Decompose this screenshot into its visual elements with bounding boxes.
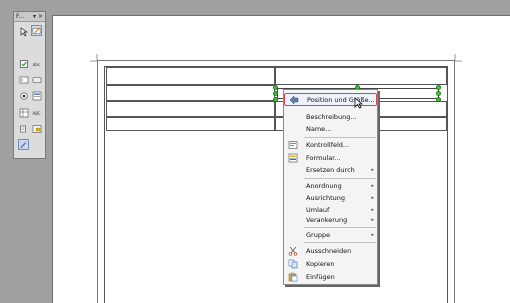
form-properties-icon — [288, 153, 298, 162]
menu-item-group[interactable]: Gruppe ▸ — [284, 229, 379, 240]
checkbox-icon[interactable] — [18, 58, 29, 69]
listbox-icon[interactable] — [31, 90, 42, 101]
more-controls-icon[interactable] — [31, 123, 42, 134]
menu-item-label: Ausschneiden — [306, 246, 352, 255]
menu-item-control[interactable]: Kontrollfeld... — [284, 139, 379, 150]
menu-item-label: Beschreibung... — [306, 112, 357, 121]
menu-separator — [304, 242, 376, 243]
menu-item-label: Formular... — [306, 153, 341, 162]
position-size-icon — [289, 94, 299, 105]
push-button-icon[interactable] — [31, 74, 42, 85]
menu-item-copy[interactable]: Kopieren — [284, 258, 379, 269]
menu-separator — [304, 227, 376, 228]
paste-icon — [288, 272, 298, 281]
menu-item-label: Ausrichtung — [306, 193, 346, 202]
cut-icon — [288, 246, 298, 256]
svg-text:ABC: ABC — [32, 111, 40, 116]
formatted-field-icon[interactable]: ABC — [31, 107, 42, 118]
select-arrow-icon[interactable] — [18, 26, 29, 37]
toolbox-dropdown-button[interactable]: ▾ — [33, 13, 36, 20]
menu-item-paste[interactable]: Einfügen — [284, 271, 379, 282]
context-menu: Position und Größe... Beschreibung... Na… — [283, 89, 378, 285]
toolbox-close-button[interactable]: × — [38, 13, 43, 20]
label-icon[interactable]: abc — [31, 58, 42, 69]
option-button-icon[interactable] — [18, 90, 29, 101]
form-controls-toolbox: F... ▾ × abc ABC — [13, 11, 46, 159]
wizard-icon[interactable] — [18, 139, 29, 150]
menu-item-replace-with[interactable]: Ersetzen durch ▸ — [284, 164, 379, 175]
menu-item-description[interactable]: Beschreibung... — [284, 111, 379, 122]
menu-item-form[interactable]: Formular... — [284, 152, 379, 163]
menu-item-cut[interactable]: Ausschneiden — [284, 245, 379, 256]
textbox-icon[interactable] — [18, 74, 29, 85]
mouse-pointer-icon — [354, 97, 363, 109]
submenu-arrow-icon: ▸ — [371, 206, 374, 213]
form-navigator-icon[interactable] — [18, 123, 29, 134]
menu-item-label: Name... — [306, 124, 332, 133]
menu-item-alignment[interactable]: Ausrichtung ▸ — [284, 192, 379, 203]
toolbox-titlebar[interactable]: F... ▾ × — [14, 12, 45, 22]
control-properties-icon — [288, 140, 298, 149]
table-cell[interactable] — [106, 85, 275, 101]
menu-separator — [304, 137, 376, 138]
submenu-arrow-icon: ▸ — [371, 182, 374, 189]
selection-handle[interactable] — [273, 85, 278, 90]
menu-item-label: Kontrollfeld... — [306, 140, 350, 149]
submenu-arrow-icon: ▸ — [371, 231, 374, 238]
selection-handle[interactable] — [436, 97, 441, 102]
menu-item-label: Kopieren — [306, 259, 335, 268]
menu-item-arrange[interactable]: Anordnung ▸ — [284, 180, 379, 191]
menu-item-label: Umlauf — [306, 205, 330, 214]
table-cell[interactable] — [106, 101, 275, 117]
toolbox-title: F... — [16, 13, 25, 20]
submenu-arrow-icon: ▸ — [371, 166, 374, 173]
menu-item-anchor[interactable]: Verankerung ▸ — [284, 214, 379, 225]
design-mode-icon[interactable] — [31, 25, 42, 36]
menu-item-label: Ersetzen durch — [306, 165, 355, 174]
menu-item-position-size[interactable]: Position und Größe... — [284, 93, 377, 106]
table-cell[interactable] — [106, 67, 275, 85]
menu-item-label: Einfügen — [306, 272, 335, 281]
svg-text:abc: abc — [32, 62, 41, 68]
table-cell[interactable] — [106, 117, 275, 131]
selection-handle[interactable] — [436, 85, 441, 90]
selection-handle[interactable] — [273, 97, 278, 102]
menu-item-label: Verankerung — [306, 215, 348, 224]
selection-handle[interactable] — [436, 91, 441, 96]
submenu-arrow-icon: ▸ — [371, 194, 374, 201]
menu-separator — [304, 178, 376, 179]
copy-icon — [288, 259, 298, 268]
table-control-icon[interactable] — [18, 107, 29, 118]
menu-item-label: Gruppe — [306, 230, 331, 239]
selection-handle[interactable] — [273, 91, 278, 96]
menu-item-label: Anordnung — [306, 181, 342, 190]
menu-item-label: Position und Größe... — [307, 95, 375, 104]
table-cell[interactable] — [275, 67, 447, 85]
menu-item-name[interactable]: Name... — [284, 123, 379, 134]
submenu-arrow-icon: ▸ — [371, 216, 374, 223]
